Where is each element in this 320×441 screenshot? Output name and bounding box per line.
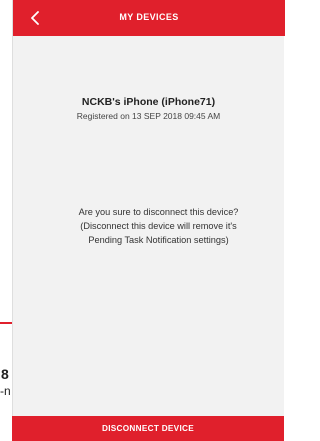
registration-date: Registered on 13 SEP 2018 09:45 AM	[76, 111, 221, 121]
device-screen: MY DEVICES NCKB's iPhone (iPhone71) Regi…	[12, 0, 285, 441]
confirm-line-2: (Disconnect this device will remove it's	[80, 221, 237, 231]
background-text-fragment: -n	[0, 384, 11, 398]
confirmation-message: Are you sure to disconnect this device? …	[41, 205, 276, 247]
confirm-line-1: Are you sure to disconnect this device?	[78, 207, 239, 217]
background-text-fragment: 8	[1, 366, 9, 382]
confirm-line-3: Pending Task Notification settings)	[88, 235, 229, 245]
page-title: MY DEVICES	[119, 12, 179, 22]
disconnect-device-button[interactable]: DISCONNECT DEVICE	[12, 416, 284, 441]
device-name: NCKB's iPhone (iPhone71)	[81, 96, 216, 108]
top-app-bar: MY DEVICES	[13, 0, 285, 36]
